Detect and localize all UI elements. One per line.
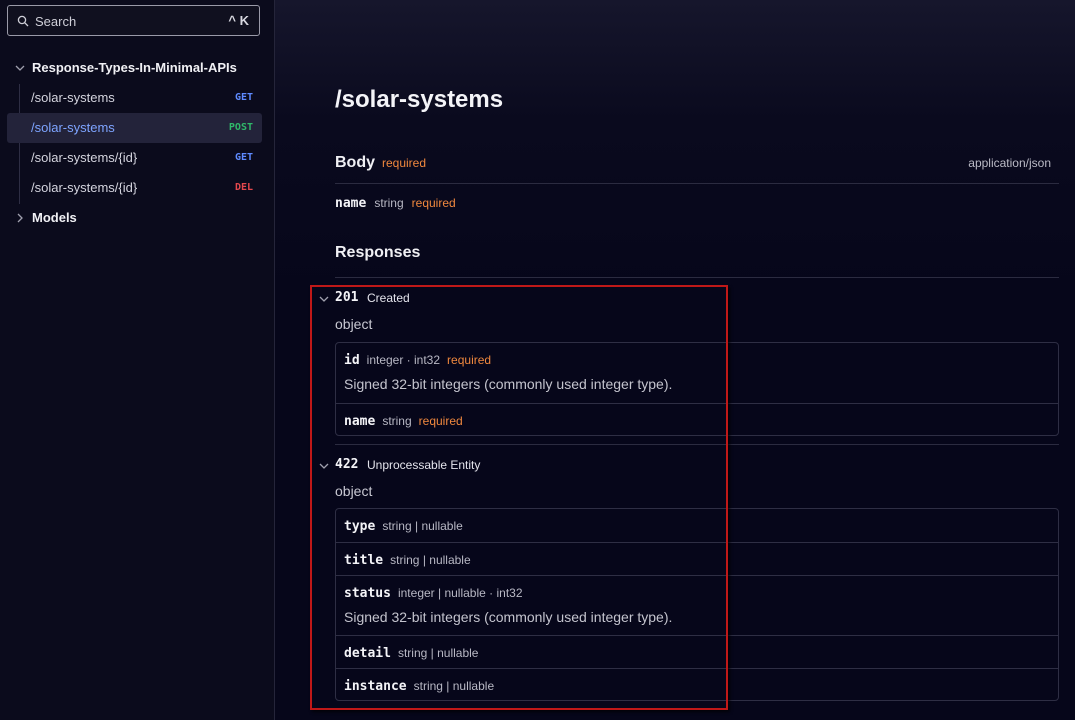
responses-heading: Responses <box>335 244 421 261</box>
method-badge-get: GET <box>234 152 253 163</box>
sidebar-item-post-solar-systems[interactable]: /solar-systems POST <box>7 113 262 143</box>
content-type: application/json <box>968 156 1051 170</box>
method-badge-del: DEL <box>234 182 253 193</box>
search-icon <box>17 15 29 27</box>
sidebar-item-get-solar-system-by-id[interactable]: /solar-systems/{id} GET <box>7 143 262 173</box>
sidebar-item-path: /solar-systems/{id} <box>31 150 138 165</box>
method-badge-get: GET <box>234 92 253 103</box>
body-field-name: name string required <box>335 194 464 214</box>
sidebar-item-path: /solar-systems <box>31 90 115 105</box>
page-title: /solar-systems <box>335 86 504 113</box>
search-placeholder: Search <box>35 14 77 29</box>
chevron-right-icon <box>17 213 23 223</box>
field-type: string <box>374 196 404 210</box>
sidebar-item-path: /solar-systems <box>31 120 115 135</box>
body-header: Body required application/json <box>335 154 1051 176</box>
highlight-annotation-box <box>310 285 728 710</box>
tree-models-label: Models <box>32 210 77 225</box>
chevron-down-icon <box>15 65 25 71</box>
sidebar: Search ^ K Response-Types-In-Minimal-API… <box>0 0 275 720</box>
required-badge: required <box>382 156 427 170</box>
divider <box>335 277 1059 278</box>
field-name: name <box>335 196 367 211</box>
sidebar-item-get-solar-systems[interactable]: /solar-systems GET <box>7 83 262 113</box>
search-shortcut: ^ K <box>228 13 249 28</box>
body-heading: Body <box>335 154 375 171</box>
tree-models[interactable]: Models <box>0 208 274 228</box>
sidebar-item-path: /solar-systems/{id} <box>31 180 138 195</box>
required-badge: required <box>411 196 456 210</box>
search-input[interactable]: Search ^ K <box>7 5 260 36</box>
sidebar-item-delete-solar-system-by-id[interactable]: /solar-systems/{id} DEL <box>7 173 262 203</box>
tree-root-response-types[interactable]: Response-Types-In-Minimal-APIs <box>0 58 274 78</box>
divider <box>335 183 1059 184</box>
tree-root-label: Response-Types-In-Minimal-APIs <box>32 60 237 75</box>
method-badge-post: POST <box>228 122 253 133</box>
